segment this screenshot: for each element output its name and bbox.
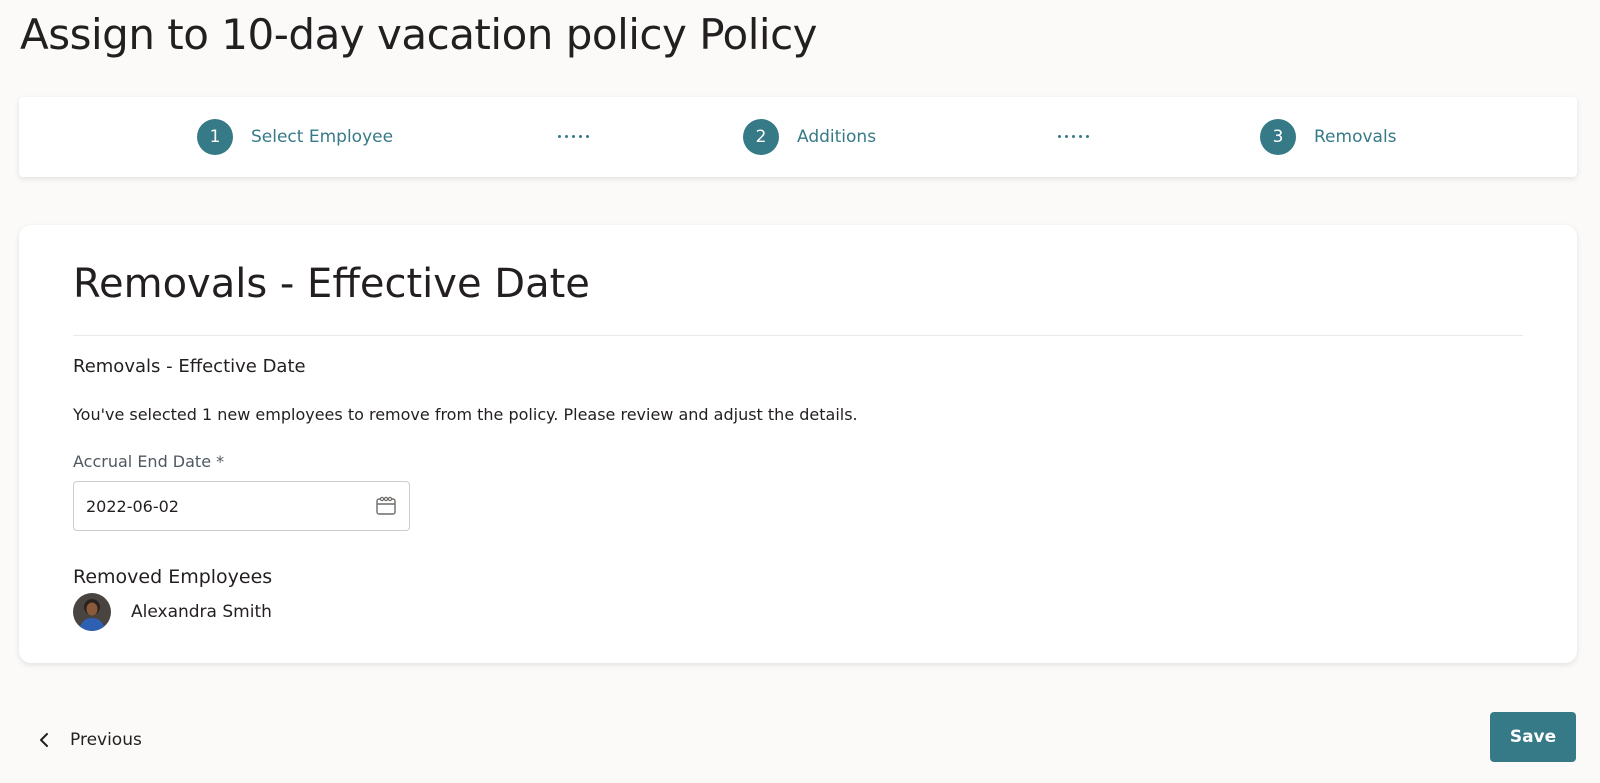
save-button[interactable]: Save — [1490, 712, 1576, 762]
calendar-icon[interactable] — [375, 495, 397, 517]
card-title: Removals - Effective Date — [73, 261, 590, 307]
step-label: Additions — [797, 127, 877, 147]
accrual-end-date-input[interactable] — [86, 496, 356, 516]
previous-label: Previous — [70, 730, 142, 750]
removed-employees-heading: Removed Employees — [73, 566, 273, 588]
step-number: 2 — [743, 119, 779, 155]
previous-button[interactable]: Previous — [36, 720, 142, 760]
accrual-end-date-field[interactable] — [73, 481, 410, 531]
step-additions[interactable]: 2 Additions — [743, 119, 876, 155]
divider — [73, 335, 1523, 336]
section-heading: Removals - Effective Date — [73, 356, 306, 377]
step-label: Removals — [1314, 127, 1397, 147]
chevron-left-icon — [40, 733, 48, 747]
accrual-end-date-label: Accrual End Date * — [73, 452, 225, 471]
list-item: Alexandra Smith — [73, 593, 272, 631]
description-text: You've selected 1 new employees to remov… — [73, 405, 858, 424]
stepper: 1 Select Employee 2 Additions 3 Removals — [19, 97, 1577, 177]
step-label: Select Employee — [251, 127, 394, 147]
step-number: 1 — [197, 119, 233, 155]
employee-name: Alexandra Smith — [131, 602, 272, 622]
step-separator — [558, 135, 589, 139]
step-number: 3 — [1260, 119, 1296, 155]
step-separator — [1058, 135, 1089, 139]
avatar — [73, 593, 111, 631]
removals-card: Removals - Effective Date Removals - Eff… — [19, 225, 1577, 663]
step-removals[interactable]: 3 Removals — [1260, 119, 1397, 155]
page-title: Assign to 10-day vacation policy Policy — [20, 10, 818, 59]
step-select-employee[interactable]: 1 Select Employee — [197, 119, 393, 155]
